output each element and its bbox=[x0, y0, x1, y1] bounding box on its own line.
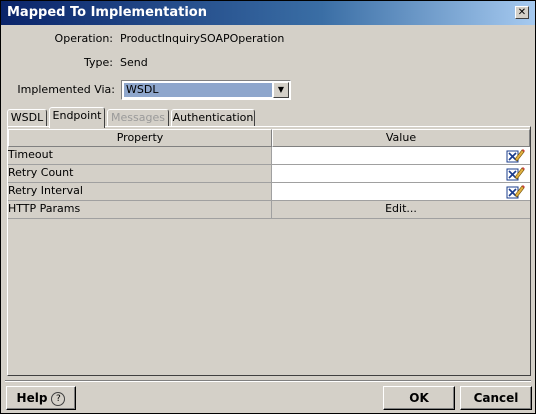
implemented-via-label: Implemented Via: bbox=[17, 83, 115, 96]
ok-button[interactable]: OK bbox=[383, 386, 455, 410]
tab-messages: Messages bbox=[107, 109, 169, 127]
type-value: Send bbox=[120, 56, 148, 69]
table-row[interactable]: Retry Interval bbox=[8, 183, 530, 201]
help-button-label: Help bbox=[16, 391, 48, 405]
property-cell: Retry Interval bbox=[8, 183, 272, 200]
close-button[interactable]: ✕ bbox=[515, 6, 529, 19]
operation-label: Operation: bbox=[54, 32, 113, 45]
retry-interval-value-field[interactable] bbox=[272, 183, 530, 200]
dialog-window: Mapped To Implementation ✕ Operation: Pr… bbox=[0, 0, 536, 414]
property-grid: Property Value Timeout Retry Count Retry… bbox=[8, 129, 530, 219]
edit-expression-icon[interactable] bbox=[506, 148, 526, 163]
table-row[interactable]: Timeout bbox=[8, 147, 530, 165]
table-row[interactable]: HTTP Params Edit... bbox=[8, 201, 530, 219]
help-icon: ? bbox=[51, 391, 66, 406]
window-title: Mapped To Implementation bbox=[7, 5, 207, 20]
tab-endpoint[interactable]: Endpoint bbox=[49, 107, 105, 128]
implemented-via-value: WSDL bbox=[124, 83, 272, 97]
endpoint-panel: Property Value Timeout Retry Count Retry… bbox=[7, 126, 531, 376]
http-params-edit-link[interactable]: Edit... bbox=[272, 201, 530, 218]
implemented-via-select[interactable]: WSDL ▼ bbox=[121, 80, 291, 100]
footer-divider bbox=[5, 380, 531, 382]
tab-authentication[interactable]: Authentication bbox=[171, 109, 255, 127]
grid-header: Property Value bbox=[8, 129, 530, 147]
cancel-button[interactable]: Cancel bbox=[460, 386, 532, 410]
timeout-value-field[interactable] bbox=[272, 147, 530, 164]
value-column-header[interactable]: Value bbox=[272, 129, 530, 147]
property-column-header[interactable]: Property bbox=[8, 129, 272, 147]
retry-count-value-field[interactable] bbox=[272, 165, 530, 182]
property-cell: HTTP Params bbox=[8, 201, 272, 218]
edit-expression-icon[interactable] bbox=[506, 166, 526, 181]
type-label: Type: bbox=[84, 56, 113, 69]
property-cell: Timeout bbox=[8, 147, 272, 164]
chevron-down-icon: ▼ bbox=[277, 85, 285, 94]
edit-expression-icon[interactable] bbox=[506, 184, 526, 199]
help-button[interactable]: Help? bbox=[6, 386, 76, 410]
close-icon: ✕ bbox=[517, 7, 527, 18]
title-bar[interactable]: Mapped To Implementation ✕ bbox=[1, 1, 535, 25]
operation-value: ProductInquirySOAPOperation bbox=[120, 32, 285, 45]
dropdown-button[interactable]: ▼ bbox=[273, 82, 289, 98]
table-row[interactable]: Retry Count bbox=[8, 165, 530, 183]
property-cell: Retry Count bbox=[8, 165, 272, 182]
tab-wsdl[interactable]: WSDL bbox=[7, 109, 47, 127]
